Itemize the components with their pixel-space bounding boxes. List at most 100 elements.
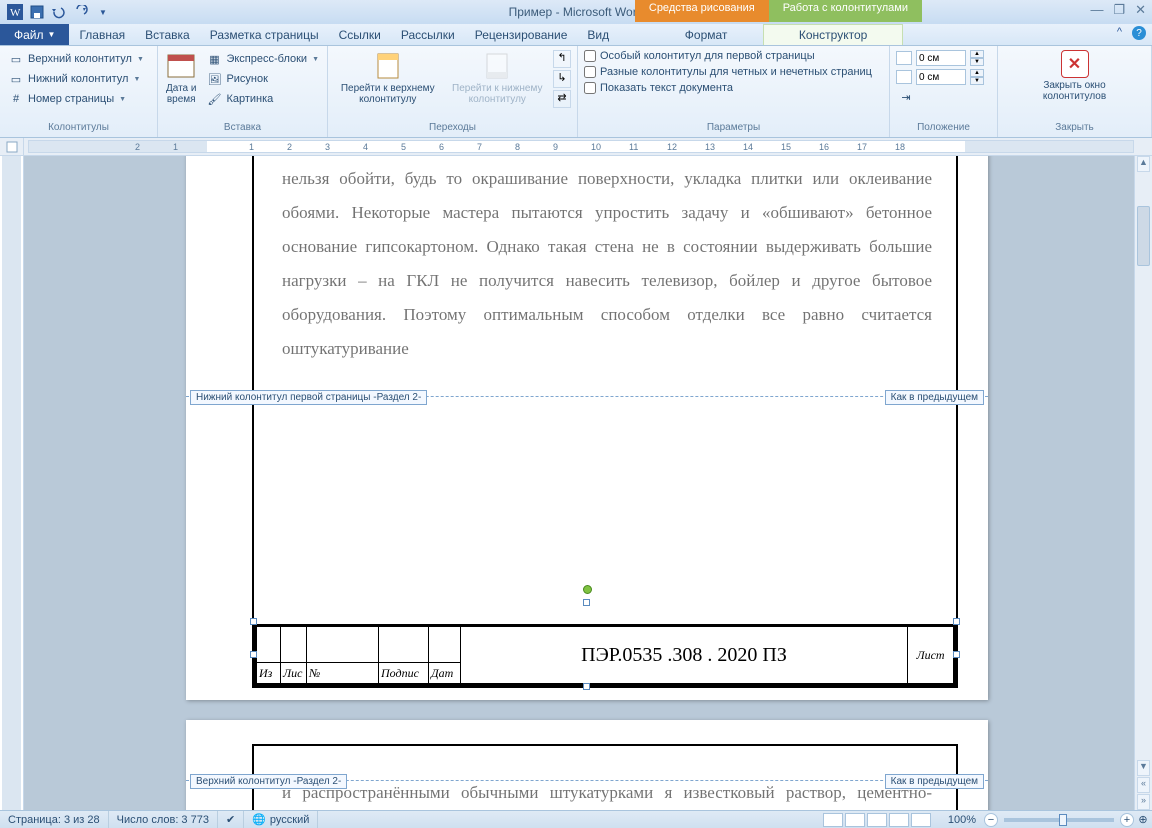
vertical-scrollbar[interactable]: ▲ ▼ « » <box>1134 156 1152 810</box>
language-icon: 🌐 <box>252 813 266 826</box>
status-page[interactable]: Страница: 3 из 28 <box>0 811 109 828</box>
zoom-level[interactable]: 100% <box>940 811 984 828</box>
help-icon[interactable]: ? <box>1132 26 1146 40</box>
prev-page-icon[interactable]: « <box>1137 777 1150 793</box>
spin-up-icon[interactable]: ▲ <box>970 69 984 77</box>
next-section-icon[interactable]: ↳ <box>553 70 571 88</box>
close-icon[interactable]: ✕ <box>1135 2 1146 18</box>
page-number-label: Номер страницы <box>28 93 114 105</box>
next-page-icon[interactable]: » <box>1137 794 1150 810</box>
footer-bottom-value[interactable] <box>916 69 966 85</box>
close-header-footer-button[interactable]: ✕ Закрыть окно колонтитулов <box>1035 50 1115 102</box>
tab-design-active[interactable]: Конструктор <box>763 24 903 45</box>
body-text-1: нельзя обойти, будь то окрашивание повер… <box>282 162 932 366</box>
spin-down-icon[interactable]: ▼ <box>970 77 984 85</box>
spin-down-icon[interactable]: ▼ <box>970 58 984 66</box>
spin-up-icon[interactable]: ▲ <box>970 50 984 58</box>
print-layout-view-icon[interactable] <box>823 813 843 827</box>
status-bar: Страница: 3 из 28 Число слов: 3 773 ✔ 🌐р… <box>0 810 1152 828</box>
zoom-out-button[interactable]: − <box>984 813 998 827</box>
scroll-thumb[interactable] <box>1137 206 1150 266</box>
scroll-up-icon[interactable]: ▲ <box>1137 156 1150 172</box>
minimize-ribbon-icon[interactable]: ^ <box>1117 26 1122 40</box>
resize-handle-e[interactable] <box>953 618 960 625</box>
ribbon-tabs: Файл▼ Главная Вставка Разметка страницы … <box>0 24 1152 46</box>
vertical-ruler[interactable] <box>0 156 24 810</box>
horizontal-ruler[interactable]: 21123456789101112131415161718 <box>28 140 1134 153</box>
group-label-options: Параметры <box>584 122 883 135</box>
prev-section-icon[interactable]: ↰ <box>553 50 571 68</box>
zoom-fit-icon[interactable]: ⊕ <box>1134 813 1152 826</box>
word-app-icon[interactable]: W <box>4 2 26 22</box>
footer-from-bottom-input[interactable]: ▲▼ <box>896 69 984 85</box>
file-tab[interactable]: Файл▼ <box>0 24 69 45</box>
redo-icon[interactable] <box>70 2 92 22</box>
header-button[interactable]: ▭Верхний колонтитул▼ <box>6 50 146 68</box>
stamp-col-1: Лис <box>281 663 307 684</box>
clipart-button[interactable]: 🖌Картинка <box>204 90 321 108</box>
document-viewport[interactable]: нельзя обойти, будь то окрашивание повер… <box>24 156 1134 810</box>
page-number-button[interactable]: #Номер страницы▼ <box>6 90 128 108</box>
window-title: Пример - Microsoft Word <box>509 5 644 19</box>
different-odd-even-checkbox[interactable]: Разные колонтитулы для четных и нечетных… <box>584 66 872 78</box>
link-previous-icon[interactable]: ⇄ <box>553 90 571 108</box>
goto-footer-button[interactable]: Перейти к нижнему колонтитулу <box>444 50 552 105</box>
status-language[interactable]: 🌐русский <box>244 811 318 828</box>
group-close: ✕ Закрыть окно колонтитулов Закрыть <box>998 46 1152 137</box>
footer-label: Нижний колонтитул <box>28 73 128 85</box>
zoom-slider[interactable] <box>1004 818 1114 822</box>
page-1: нельзя обойти, будь то окрашивание повер… <box>186 156 988 700</box>
resize-handle-se[interactable] <box>953 651 960 658</box>
quick-parts-button[interactable]: ▦Экспресс-блоки▼ <box>204 50 321 68</box>
rotation-handle-icon[interactable] <box>583 585 592 594</box>
draft-view-icon[interactable] <box>911 813 931 827</box>
tab-mailings[interactable]: Рассылки <box>391 24 465 45</box>
stamp-table[interactable]: ПЭР.0535 .308 . 2020 ПЗ Лист Из Лис № По… <box>254 624 956 686</box>
qat-customize-icon[interactable]: ▼ <box>92 2 114 22</box>
clipart-label: Картинка <box>226 93 273 105</box>
save-icon[interactable] <box>26 2 48 22</box>
outline-view-icon[interactable] <box>889 813 909 827</box>
goto-header-button[interactable]: Перейти к верхнему колонтитулу <box>334 50 442 105</box>
group-label-hf: Колонтитулы <box>6 122 151 135</box>
tab-references[interactable]: Ссылки <box>329 24 391 45</box>
picture-button[interactable]: 🖼Рисунок <box>204 70 321 88</box>
tab-view[interactable]: Вид <box>577 24 619 45</box>
diff-first-label: Особый колонтитул для первой страницы <box>600 50 815 62</box>
zoom-slider-thumb[interactable] <box>1059 814 1067 826</box>
footer-button[interactable]: ▭Нижний колонтитул▼ <box>6 70 142 88</box>
web-layout-view-icon[interactable] <box>867 813 887 827</box>
resize-handle-w[interactable] <box>250 618 257 625</box>
different-first-page-checkbox[interactable]: Особый колонтитул для первой страницы <box>584 50 815 62</box>
group-options: Особый колонтитул для первой страницы Ра… <box>578 46 890 137</box>
header-top-value[interactable] <box>916 50 966 66</box>
zoom-in-button[interactable]: + <box>1120 813 1134 827</box>
tab-review[interactable]: Рецензирование <box>465 24 578 45</box>
tab-format[interactable]: Формат <box>649 24 763 45</box>
header-from-top-input[interactable]: ▲▼ <box>896 50 984 66</box>
title-bar: W ▼ Пример - Microsoft Word Средства рис… <box>0 0 1152 24</box>
tab-page-layout[interactable]: Разметка страницы <box>200 24 329 45</box>
close-x-icon: ✕ <box>1061 50 1089 78</box>
fullscreen-reading-view-icon[interactable] <box>845 813 865 827</box>
show-document-text-checkbox[interactable]: Показать текст документа <box>584 82 733 94</box>
status-word-count[interactable]: Число слов: 3 773 <box>109 811 218 828</box>
ruler-corner[interactable] <box>0 138 24 155</box>
resize-handle-sw[interactable] <box>250 651 257 658</box>
scroll-down-icon[interactable]: ▼ <box>1137 760 1150 776</box>
tab-insert[interactable]: Вставка <box>135 24 200 45</box>
restore-icon[interactable]: ❐ <box>1113 2 1125 18</box>
contextual-tab-strip: Средства рисования Работа с колонтитулам… <box>635 0 922 22</box>
tab-home[interactable]: Главная <box>69 24 135 45</box>
date-time-button[interactable]: Дата и время <box>164 50 198 105</box>
minimize-icon[interactable]: ― <box>1090 2 1103 18</box>
undo-icon[interactable] <box>48 2 70 22</box>
status-proofing[interactable]: ✔ <box>218 811 244 828</box>
stamp-col-4: Дат <box>429 663 461 684</box>
stamp-code: ПЭР.0535 .308 . 2020 ПЗ <box>461 627 908 684</box>
page-2: Верхний колонтитул -Раздел 2- Как в пред… <box>186 720 988 810</box>
insert-alignment-tab-button[interactable]: ⇥ <box>896 88 916 106</box>
resize-handle-s[interactable] <box>583 683 590 690</box>
resize-handle-n[interactable] <box>583 599 590 606</box>
same-as-previous-tag-1: Как в предыдущем <box>885 390 984 405</box>
